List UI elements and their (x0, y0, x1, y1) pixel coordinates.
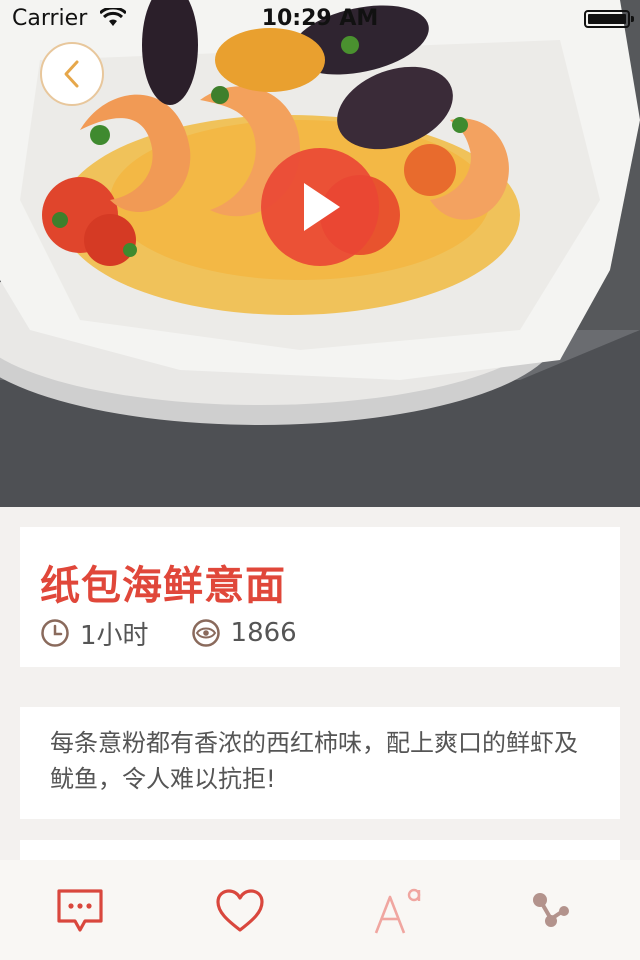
battery-icon (584, 10, 634, 28)
views-info: 1866 (191, 618, 297, 648)
play-video-button[interactable] (261, 148, 379, 266)
views-count: 1866 (230, 618, 297, 648)
back-button[interactable] (40, 42, 104, 106)
comment-button[interactable] (53, 884, 107, 938)
recipe-meta: 1小时 1866 (40, 615, 297, 651)
share-icon (533, 893, 569, 927)
duration-info: 1小时 (40, 615, 149, 652)
heart-icon (216, 889, 264, 932)
duration-value: 1小时 (80, 620, 149, 651)
recipe-description: 每条意粉都有香浓的西红柿味，配上爽口的鲜虾及鱿鱼，令人难以抗拒! (50, 729, 578, 793)
play-icon (304, 183, 340, 231)
comment-icon (57, 889, 103, 932)
recipe-title: 纸包海鲜意面 (40, 563, 286, 609)
bottom-toolbar (0, 860, 640, 960)
font-size-icon (374, 888, 421, 934)
recipe-info-card: 纸包海鲜意面 1小时 1866 (20, 527, 620, 667)
favorite-button[interactable] (213, 884, 267, 938)
eye-icon (191, 619, 220, 647)
clock-icon (41, 619, 69, 647)
recipe-hero-image: Carrier 10:29 AM (0, 0, 640, 507)
status-time: 10:29 AM (261, 6, 379, 31)
font-size-button[interactable] (370, 884, 424, 938)
chevron-left-icon (64, 60, 79, 88)
status-bar: Carrier 10:29 AM (0, 0, 640, 40)
recipe-description-card: 每条意粉都有香浓的西红柿味，配上爽口的鲜虾及鱿鱼，令人难以抗拒! (20, 707, 620, 819)
share-button[interactable] (524, 884, 578, 938)
